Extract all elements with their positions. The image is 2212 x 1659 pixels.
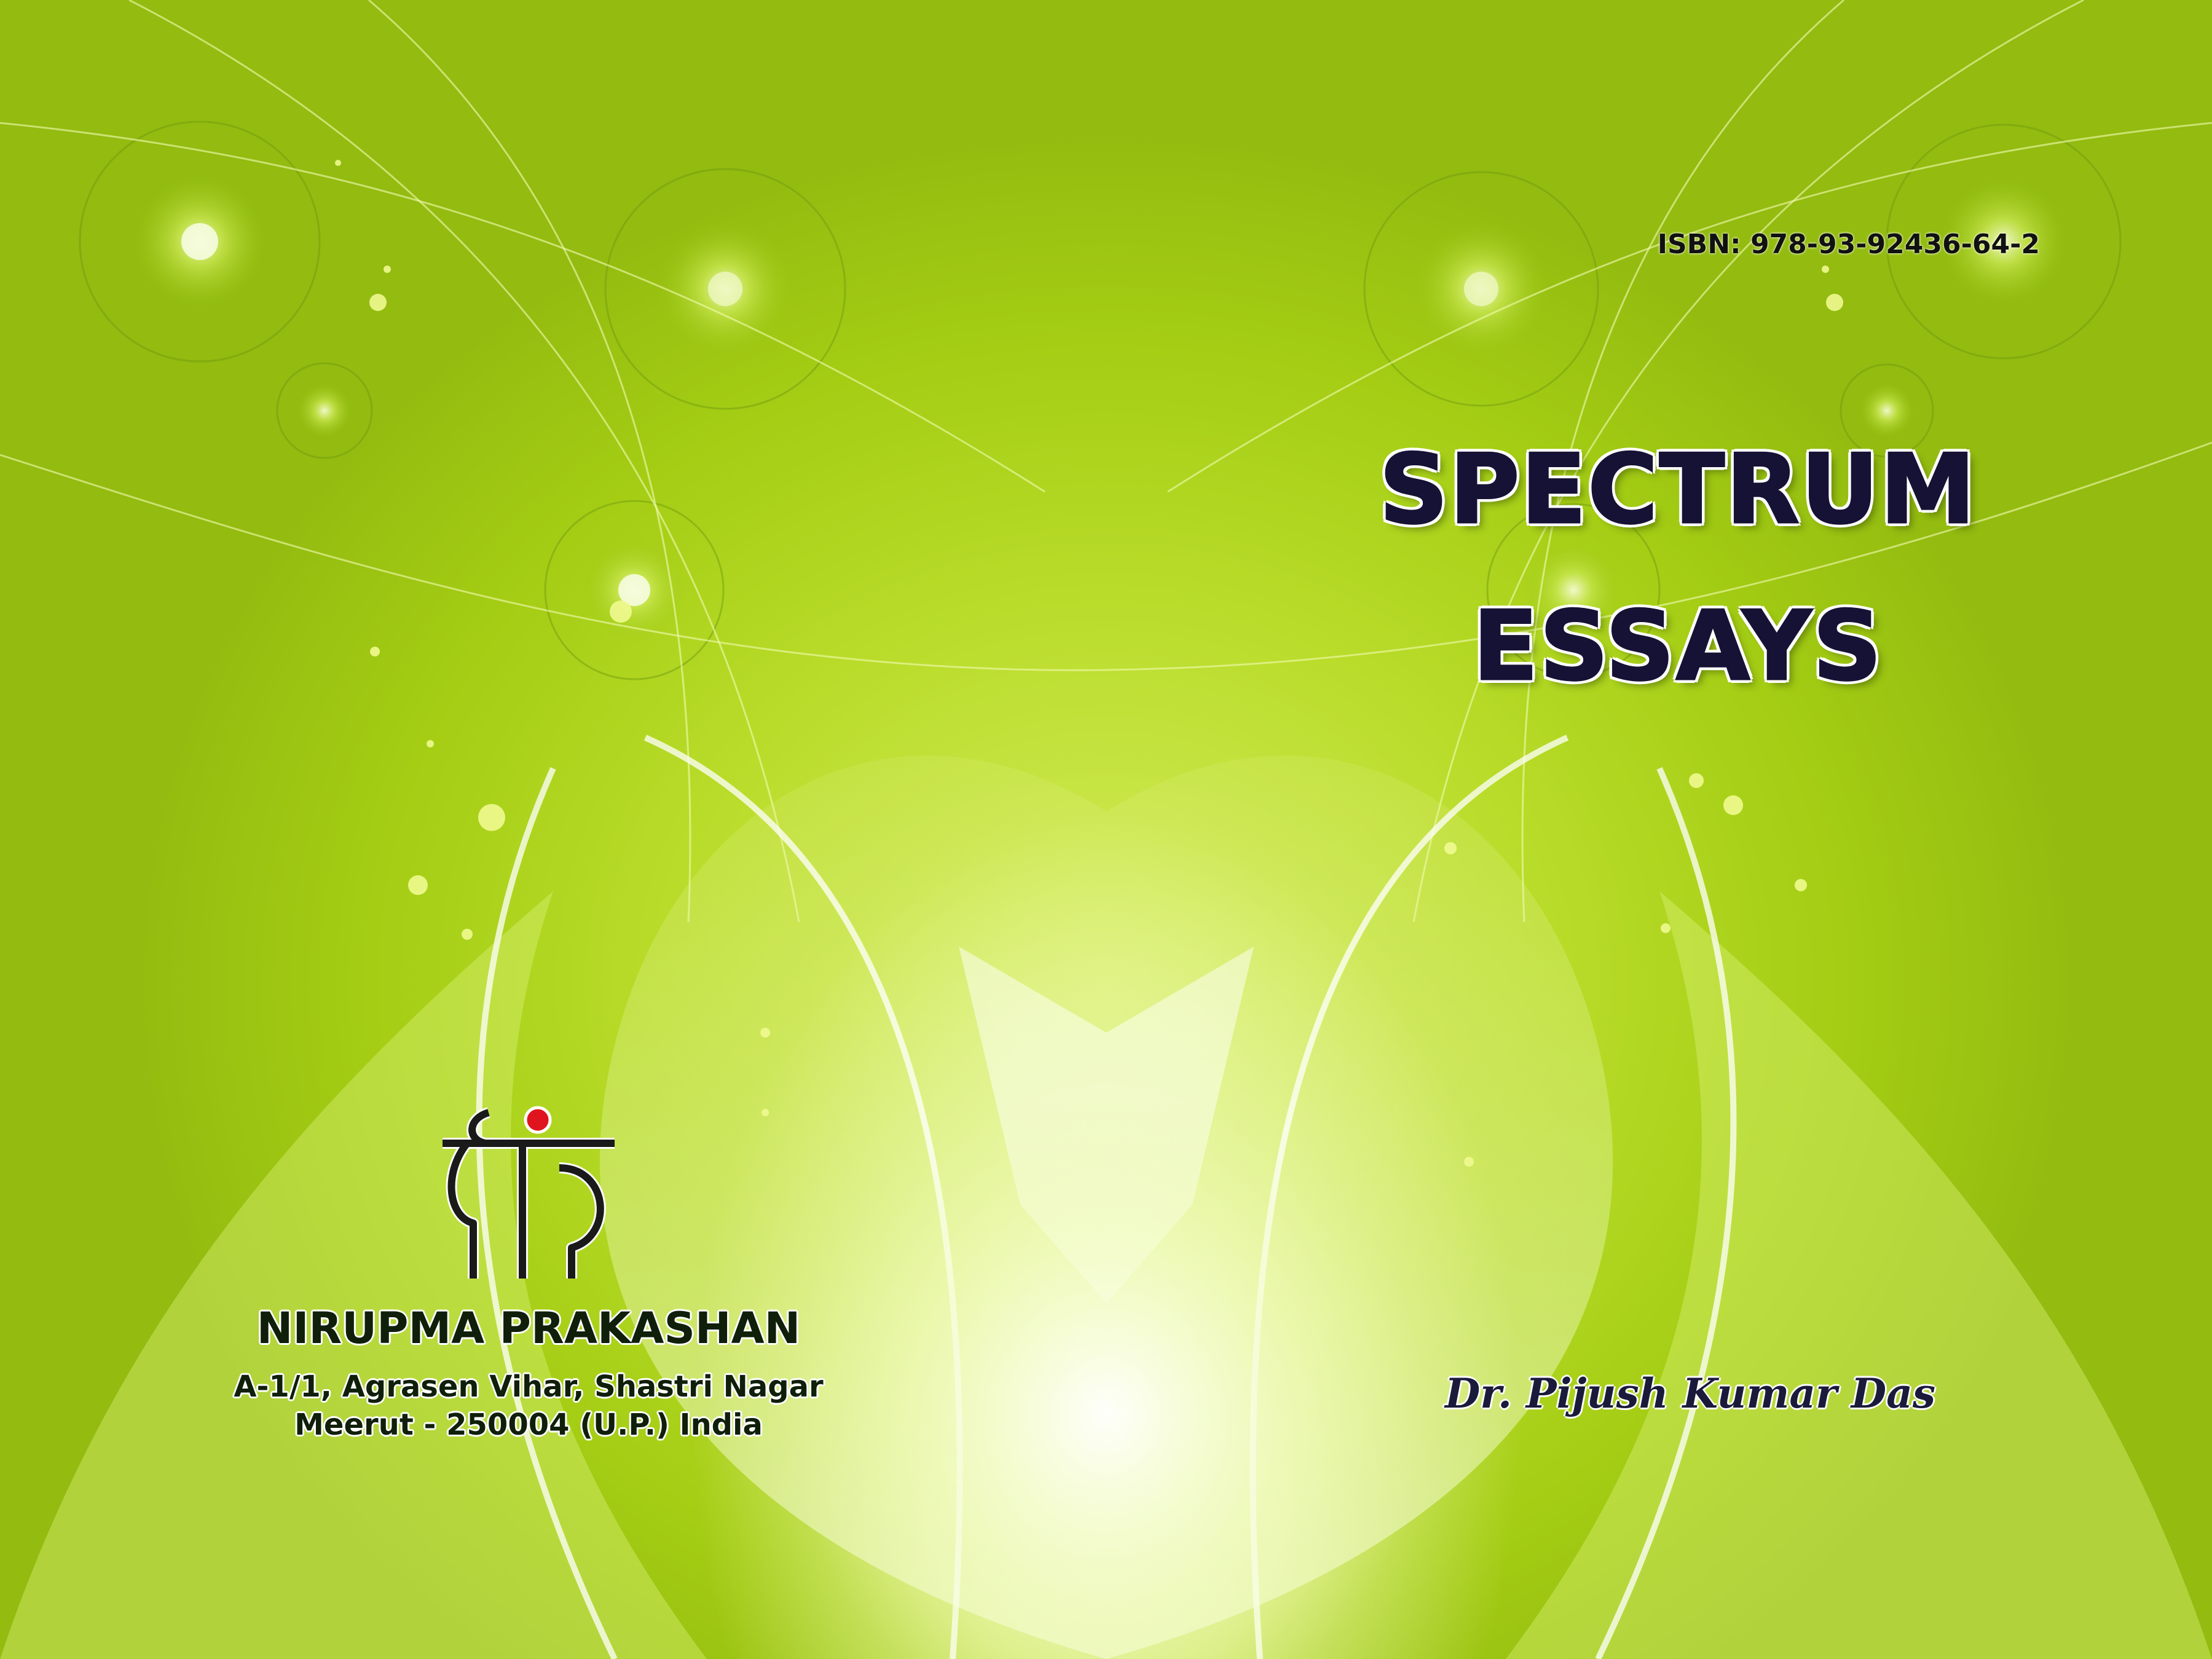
book-title-line-2: ESSAYS [1472, 589, 1883, 703]
publisher-name: NIRUPMA PRAKASHAN [256, 1303, 801, 1354]
author-name: Dr. Pijush Kumar Das [1445, 1369, 1935, 1417]
publisher-address-line-2: Meerut - 250004 (U.P.) India [294, 1408, 763, 1442]
isbn-number: ISBN: 978-93-92436-64-2 [1657, 229, 2040, 260]
book-cover: ISBN: 978-93-92436-64-2 SPECTRUM ESSAYS … [0, 0, 2212, 1659]
publisher-logo-icon [443, 1106, 615, 1279]
book-title-line-1: SPECTRUM [1378, 433, 1977, 546]
publisher-address-line-1: A-1/1, Agrasen Vihar, Shastri Nagar [234, 1369, 824, 1404]
